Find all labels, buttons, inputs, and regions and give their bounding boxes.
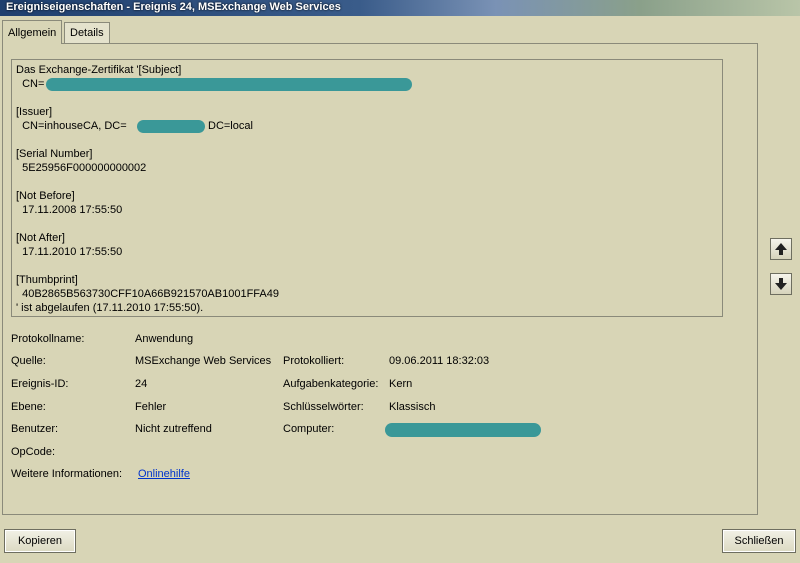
message-line: Das Exchange-Zertifikat '[Subject] <box>16 64 182 76</box>
tab-details[interactable]: Details <box>64 22 110 43</box>
arrow-down-icon <box>775 278 787 290</box>
message-line: [Issuer] <box>16 106 53 118</box>
message-line: 40B2865B563730CFF10A66B921570AB1001FFA49 <box>16 288 279 300</box>
message-line: 17.11.2010 17:55:50 <box>16 246 123 258</box>
message-line: [Serial Number] <box>16 148 93 160</box>
message-line: [Thumbprint] <box>16 274 78 286</box>
onlinehilfe-link[interactable]: Onlinehilfe <box>138 468 190 480</box>
next-event-button[interactable] <box>770 273 792 295</box>
computer-label: Computer: <box>283 423 335 435</box>
aufgabenkategorie-value: Kern <box>389 378 413 390</box>
opcode-label: OpCode: <box>11 446 56 458</box>
arrow-up-icon <box>775 243 787 255</box>
message-line: [Not Before] <box>16 190 75 202</box>
ereignis-id-value: 24 <box>135 378 148 390</box>
message-line: [Not After] <box>16 232 65 244</box>
window-title: Ereigniseigenschaften - Ereignis 24, MSE… <box>6 1 341 13</box>
message-line-issuer-tail: DC=local <box>208 120 253 132</box>
ereignis-id-label: Ereignis-ID: <box>11 378 69 390</box>
protokollname-value: Anwendung <box>135 333 194 345</box>
quelle-label: Quelle: <box>11 355 46 367</box>
event-message-box[interactable]: Das Exchange-Zertifikat '[Subject] CN= [… <box>11 59 723 317</box>
message-line: 5E25956F000000000002 <box>16 162 147 174</box>
schluesselwoerter-value: Klassisch <box>389 401 436 413</box>
schluesselwoerter-label: Schlüsselwörter: <box>283 401 364 413</box>
aufgabenkategorie-label: Aufgabenkategorie: <box>283 378 379 390</box>
tab-allgemein[interactable]: Allgemein <box>2 20 63 44</box>
ebene-value: Fehler <box>135 401 167 413</box>
quelle-value: MSExchange Web Services <box>135 355 272 367</box>
message-line: CN=inhouseCA, DC= <box>16 120 127 132</box>
previous-event-button[interactable] <box>770 238 792 260</box>
protokolliert-label: Protokolliert: <box>283 355 345 367</box>
message-line: CN= <box>16 78 45 90</box>
redaction-mark <box>46 78 412 91</box>
message-line: ' ist abgelaufen (17.11.2010 17:55:50). <box>16 302 204 314</box>
title-bar: Ereigniseigenschaften - Ereignis 24, MSE… <box>0 0 800 16</box>
benutzer-label: Benutzer: <box>11 423 59 435</box>
message-line: 17.11.2008 17:55:50 <box>16 204 123 216</box>
weitere-informationen-label: Weitere Informationen: <box>11 468 123 480</box>
protokollname-label: Protokollname: <box>11 333 85 345</box>
redaction-mark <box>137 120 205 133</box>
redaction-mark <box>385 423 541 437</box>
protokolliert-value: 09.06.2011 18:32:03 <box>389 355 490 367</box>
ebene-label: Ebene: <box>11 401 46 413</box>
benutzer-value: Nicht zutreffend <box>135 423 212 435</box>
copy-button[interactable]: Kopieren <box>4 529 76 553</box>
close-button[interactable]: Schließen <box>722 529 796 553</box>
